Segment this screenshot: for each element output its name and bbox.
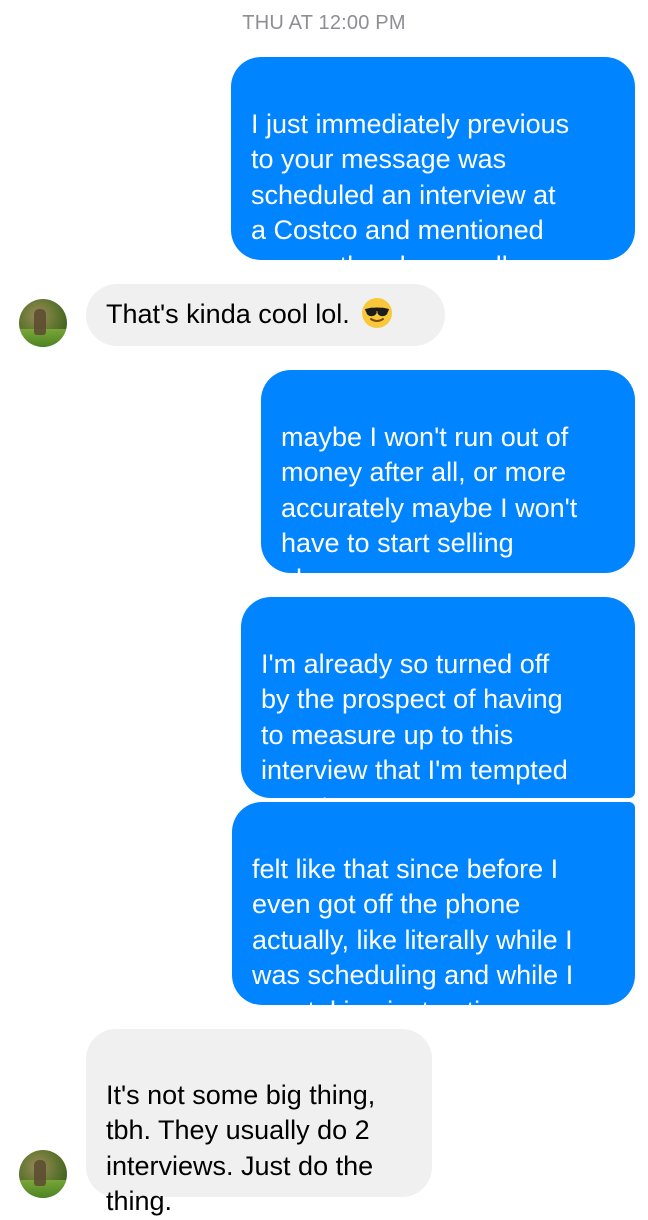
message-text: I just immediately previous to your mess…: [251, 108, 570, 281]
thread-timestamp: THU AT 12:00 PM: [242, 12, 406, 34]
message-text: I'm already so turned off by the prospec…: [261, 648, 568, 821]
incoming-message-bubble[interactable]: That's kinda cool lol.: [86, 284, 445, 346]
message-text: felt like that since before I even got o…: [252, 853, 574, 1026]
message-text: That's kinda cool lol.: [106, 299, 350, 329]
outgoing-message-bubble[interactable]: I just immediately previous to your mess…: [231, 57, 635, 281]
outgoing-message-bubble[interactable]: felt like that since before I even got o…: [232, 802, 635, 1026]
contact-avatar[interactable]: [19, 299, 67, 347]
contact-avatar[interactable]: [19, 1150, 67, 1198]
message-text: maybe I won't run out of money after all…: [281, 421, 578, 594]
outgoing-message-bubble[interactable]: I'm already so turned off by the prospec…: [241, 597, 635, 821]
smiling-face-with-sunglasses-icon: [362, 298, 393, 328]
message-text: It's not some big thing, tbh. They usual…: [106, 1079, 376, 1217]
incoming-message-bubble[interactable]: It's not some big thing, tbh. They usual…: [86, 1029, 432, 1216]
outgoing-message-bubble[interactable]: maybe I won't run out of money after all…: [261, 370, 635, 594]
